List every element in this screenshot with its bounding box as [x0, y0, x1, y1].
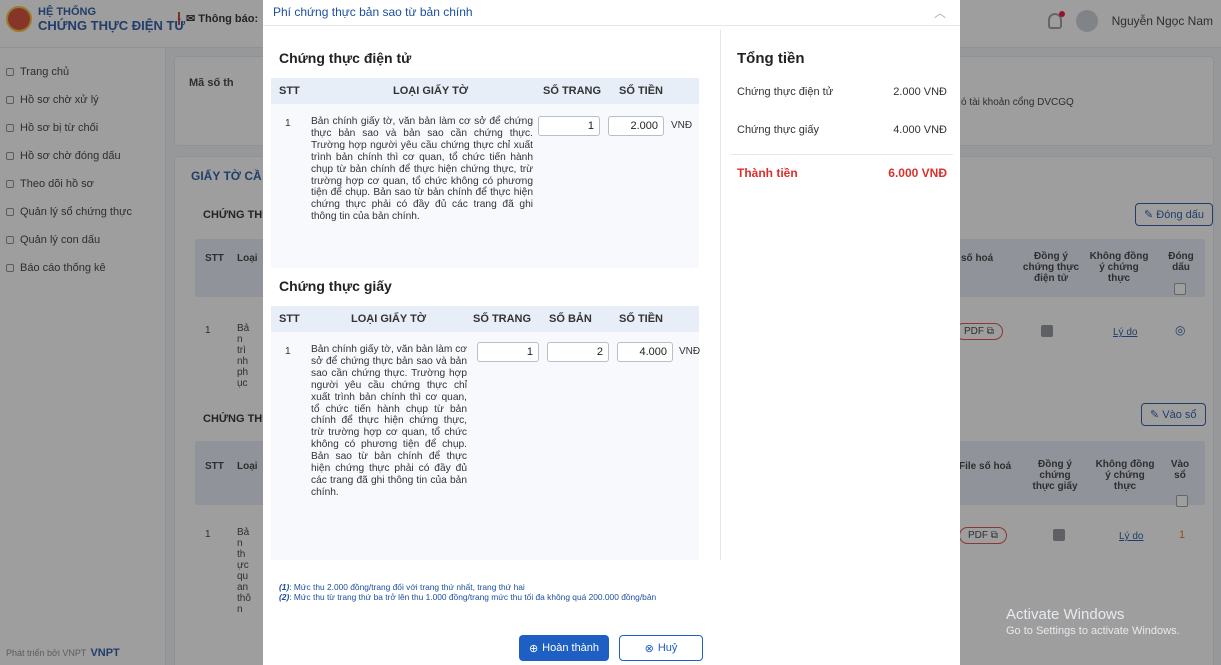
electronic-page-count-input[interactable]: 1: [538, 116, 600, 136]
fee-notes: (1): Mức thu 2.000 đồng/trang đối với tr…: [279, 582, 656, 602]
electronic-doc-description: Bản chính giấy tờ, văn bản làm cơ sở để …: [311, 116, 533, 223]
modal-header: Phí chứng thực bản sao từ bản chính ︿: [263, 0, 960, 26]
total-paper-row: Chứng thực giấy 4.000 VNĐ: [737, 124, 947, 136]
modal-footer: ⊕ Hoàn thành ⊗ Huỷ: [263, 630, 960, 665]
paper-amount-input[interactable]: 4.000: [617, 342, 673, 362]
complete-button[interactable]: ⊕ Hoàn thành: [519, 635, 609, 661]
total-panel: Tổng tiền Chứng thực điện tử 2.000 VNĐ C…: [720, 30, 960, 560]
total-final-row: Thành tiền 6.000 VNĐ: [737, 166, 947, 180]
paper-copy-count-input[interactable]: 2: [547, 342, 609, 362]
paper-doc-description: Bản chính giấy tờ, văn bản làm cơ sở để …: [311, 344, 467, 498]
electronic-section-title: Chứng thực điện tử: [279, 50, 412, 66]
total-divider: [731, 154, 953, 155]
paper-table-header: STT LOẠI GIẤY TỜ SỐ TRANG SỐ BẢN SỐ TIỀN: [271, 306, 699, 332]
fee-note-1: (1): Mức thu 2.000 đồng/trang đối với tr…: [279, 582, 525, 592]
close-icon: ⊗: [644, 642, 654, 655]
total-electronic-row: Chứng thực điện tử 2.000 VNĐ: [737, 86, 947, 98]
cancel-button[interactable]: ⊗ Huỷ: [619, 635, 703, 661]
save-icon: ⊕: [528, 642, 539, 655]
windows-activation-watermark: Activate Windows Go to Settings to activ…: [1006, 606, 1180, 637]
fee-note-2: (2): Mức thu từ trang thứ ba trở lên thu…: [279, 592, 657, 602]
paper-section-title: Chứng thực giấy: [279, 278, 392, 294]
paper-table-row: 1 Bản chính giấy tờ, văn bản làm cơ sở đ…: [271, 332, 700, 560]
fee-modal: Phí chứng thực bản sao từ bản chính ︿ Ch…: [263, 0, 960, 665]
electronic-amount-input[interactable]: 2.000: [608, 116, 664, 136]
total-title: Tổng tiền: [737, 50, 805, 67]
modal-title: Phí chứng thực bản sao từ bản chính: [273, 5, 473, 19]
electronic-table-row: 1 Bản chính giấy tờ, văn bản làm cơ sở đ…: [271, 104, 699, 268]
fee-details: Chứng thực điện tử STT LOẠI GIẤY TỜ SỐ T…: [271, 30, 716, 630]
chevron-up-icon[interactable]: ︿: [934, 4, 946, 21]
paper-page-count-input[interactable]: 1: [477, 342, 539, 362]
electronic-table-header: STT LOẠI GIẤY TỜ SỐ TRANG SỐ TIỀN: [271, 78, 699, 104]
